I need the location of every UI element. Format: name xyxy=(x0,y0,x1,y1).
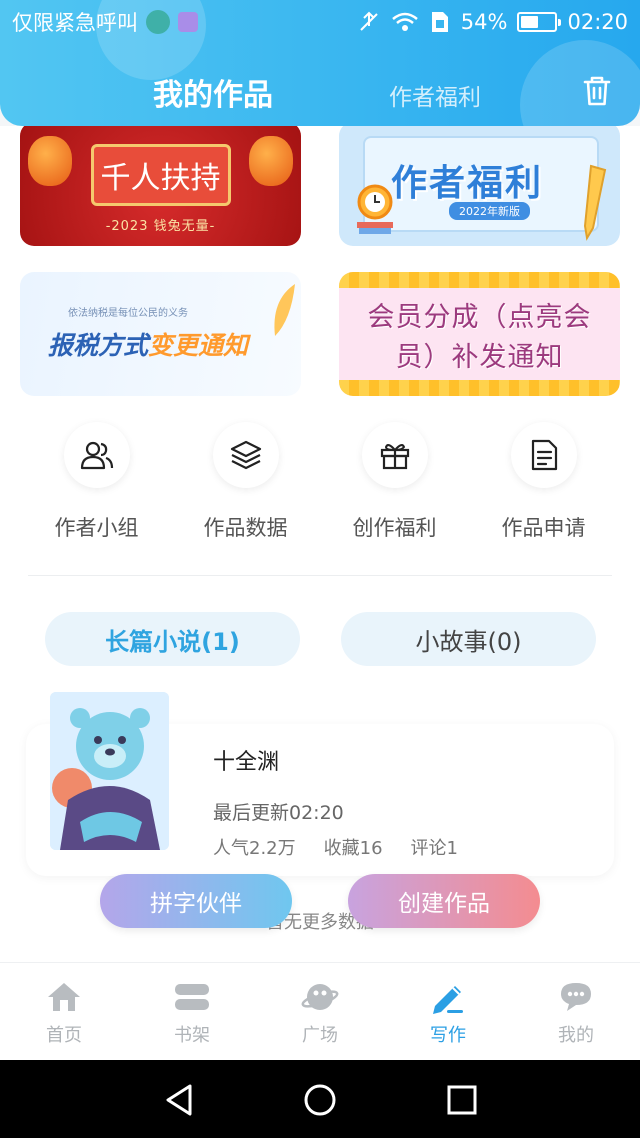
quick-action-label: 作品申请 xyxy=(501,516,586,540)
home-icon xyxy=(48,983,80,1011)
moon-icon xyxy=(146,10,170,34)
quick-action-label: 创作福利 xyxy=(352,516,437,540)
work-last-update: 最后更新02:20 xyxy=(213,802,344,824)
bookshelf-icon xyxy=(175,984,209,1010)
banner-tag: 2022年新版 xyxy=(449,202,530,220)
partner-button[interactable]: 拼字伙伴 xyxy=(100,874,292,928)
feather-icon xyxy=(274,284,295,336)
carrier-text: 仅限紧急呼叫 xyxy=(12,11,138,35)
nav-plaza[interactable]: 广场 xyxy=(256,979,384,1047)
banner-author-benefits[interactable]: 作者福利 2022年新版 xyxy=(339,126,620,246)
clock: 02:20 xyxy=(567,10,628,34)
gift-icon xyxy=(380,444,409,470)
nav-label: 首页 xyxy=(46,1025,82,1046)
lantern-decor xyxy=(249,136,293,186)
banner-frame-decor xyxy=(339,272,620,288)
work-cover-image[interactable] xyxy=(50,692,169,850)
sim-card-icon xyxy=(431,12,448,32)
nav-label: 书架 xyxy=(174,1025,210,1046)
banner-title: 会员分成（点亮会 员）补发通知 xyxy=(339,298,620,378)
planet-icon xyxy=(301,984,339,1010)
quick-actions: 作者小组 作品数据 创作福利 作品申请 xyxy=(0,422,640,552)
quick-action-work-application[interactable]: 作品申请 xyxy=(469,422,618,542)
layers-icon xyxy=(230,440,261,470)
work-comments: 评论1 xyxy=(410,838,458,859)
quick-action-creation-benefits[interactable]: 创作福利 xyxy=(320,422,469,542)
tab-my-works[interactable]: 我的作品 xyxy=(153,70,273,114)
users-icon xyxy=(80,441,113,470)
nav-bookshelf[interactable]: 书架 xyxy=(128,979,256,1047)
header-tabs: 我的作品 作者福利 xyxy=(0,70,640,116)
pencil-icon xyxy=(583,164,607,241)
battery-icon xyxy=(517,12,562,32)
status-bar: 仅限紧急呼叫 54% 02:20 xyxy=(0,0,640,44)
system-nav-bar xyxy=(0,1060,640,1138)
create-work-button[interactable]: 创建作品 xyxy=(348,874,540,928)
image-icon xyxy=(178,12,198,32)
tab-author-benefits[interactable]: 作者福利 xyxy=(389,78,481,112)
banner-title-part2: 变更通知 xyxy=(148,331,249,360)
wifi-icon xyxy=(391,12,418,31)
quick-action-author-group[interactable]: 作者小组 xyxy=(22,422,171,542)
banner-title-part1: 报税方式 xyxy=(48,331,149,360)
banner-subtitle: -2023 钱兔无量- xyxy=(105,219,216,234)
banner-tax-notice[interactable]: 依法纳税是每位公民的义务 报税方式变更通知 xyxy=(20,272,301,396)
work-title: 十全渊 xyxy=(213,750,280,775)
nav-writing[interactable]: 写作 xyxy=(384,979,512,1047)
work-stats: 人气2.2万 收藏16 评论1 xyxy=(213,834,458,860)
quick-action-label: 作者小组 xyxy=(54,516,139,540)
banner-line-1: 会员分成（点亮会 xyxy=(367,302,592,333)
trash-icon[interactable] xyxy=(580,74,614,108)
work-popularity: 人气2.2万 xyxy=(213,838,296,859)
recent-apps-icon[interactable] xyxy=(442,1080,482,1120)
list-end-text: 暂无更多数据 xyxy=(266,912,374,933)
lantern-decor xyxy=(28,136,72,186)
work-favorites: 收藏16 xyxy=(323,838,383,859)
banner-frame-decor xyxy=(339,380,620,396)
nav-label: 广场 xyxy=(302,1025,338,1046)
quick-action-label: 作品数据 xyxy=(203,516,288,540)
banner-title: 报税方式变更通知 xyxy=(48,326,248,362)
banner-support-campaign[interactable]: 千人扶持 -2023 钱兔无量- xyxy=(20,126,301,246)
main-content: 千人扶持 -2023 钱兔无量- 作者福利 2022年新版 依法纳税是每位公民的… xyxy=(0,126,640,962)
bottom-nav: 首页 书架 广场 写作 我的 xyxy=(0,962,640,1060)
document-icon xyxy=(531,439,557,471)
nav-mine[interactable]: 我的 xyxy=(512,979,640,1047)
section-divider xyxy=(28,575,612,576)
battery-level xyxy=(521,16,539,28)
banner-line-2: 员）补发通知 xyxy=(395,342,564,373)
tab-long-novel[interactable]: 长篇小说(1) xyxy=(45,612,300,666)
battery-percent: 54% xyxy=(460,10,508,34)
top-header: 仅限紧急呼叫 54% 02:20 我的作品 作者福利 xyxy=(0,0,640,126)
tab-short-story[interactable]: 小故事(0) xyxy=(341,612,596,666)
banner-membership-notice[interactable]: 会员分成（点亮会 员）补发通知 xyxy=(339,272,620,396)
chat-bubble-icon xyxy=(561,983,591,1011)
back-icon[interactable] xyxy=(160,1080,200,1120)
banner-small-text: 依法纳税是每位公民的义务 xyxy=(68,308,188,319)
nav-label: 写作 xyxy=(430,1025,466,1046)
quick-action-work-data[interactable]: 作品数据 xyxy=(171,422,320,542)
banner-title: 作者福利 xyxy=(391,163,544,204)
pen-icon xyxy=(433,986,463,1014)
banner-title: 千人扶持 xyxy=(90,144,231,206)
home-circle-icon[interactable] xyxy=(300,1080,340,1120)
nav-home[interactable]: 首页 xyxy=(0,979,128,1047)
mute-icon xyxy=(360,11,378,31)
nav-label: 我的 xyxy=(558,1025,594,1046)
